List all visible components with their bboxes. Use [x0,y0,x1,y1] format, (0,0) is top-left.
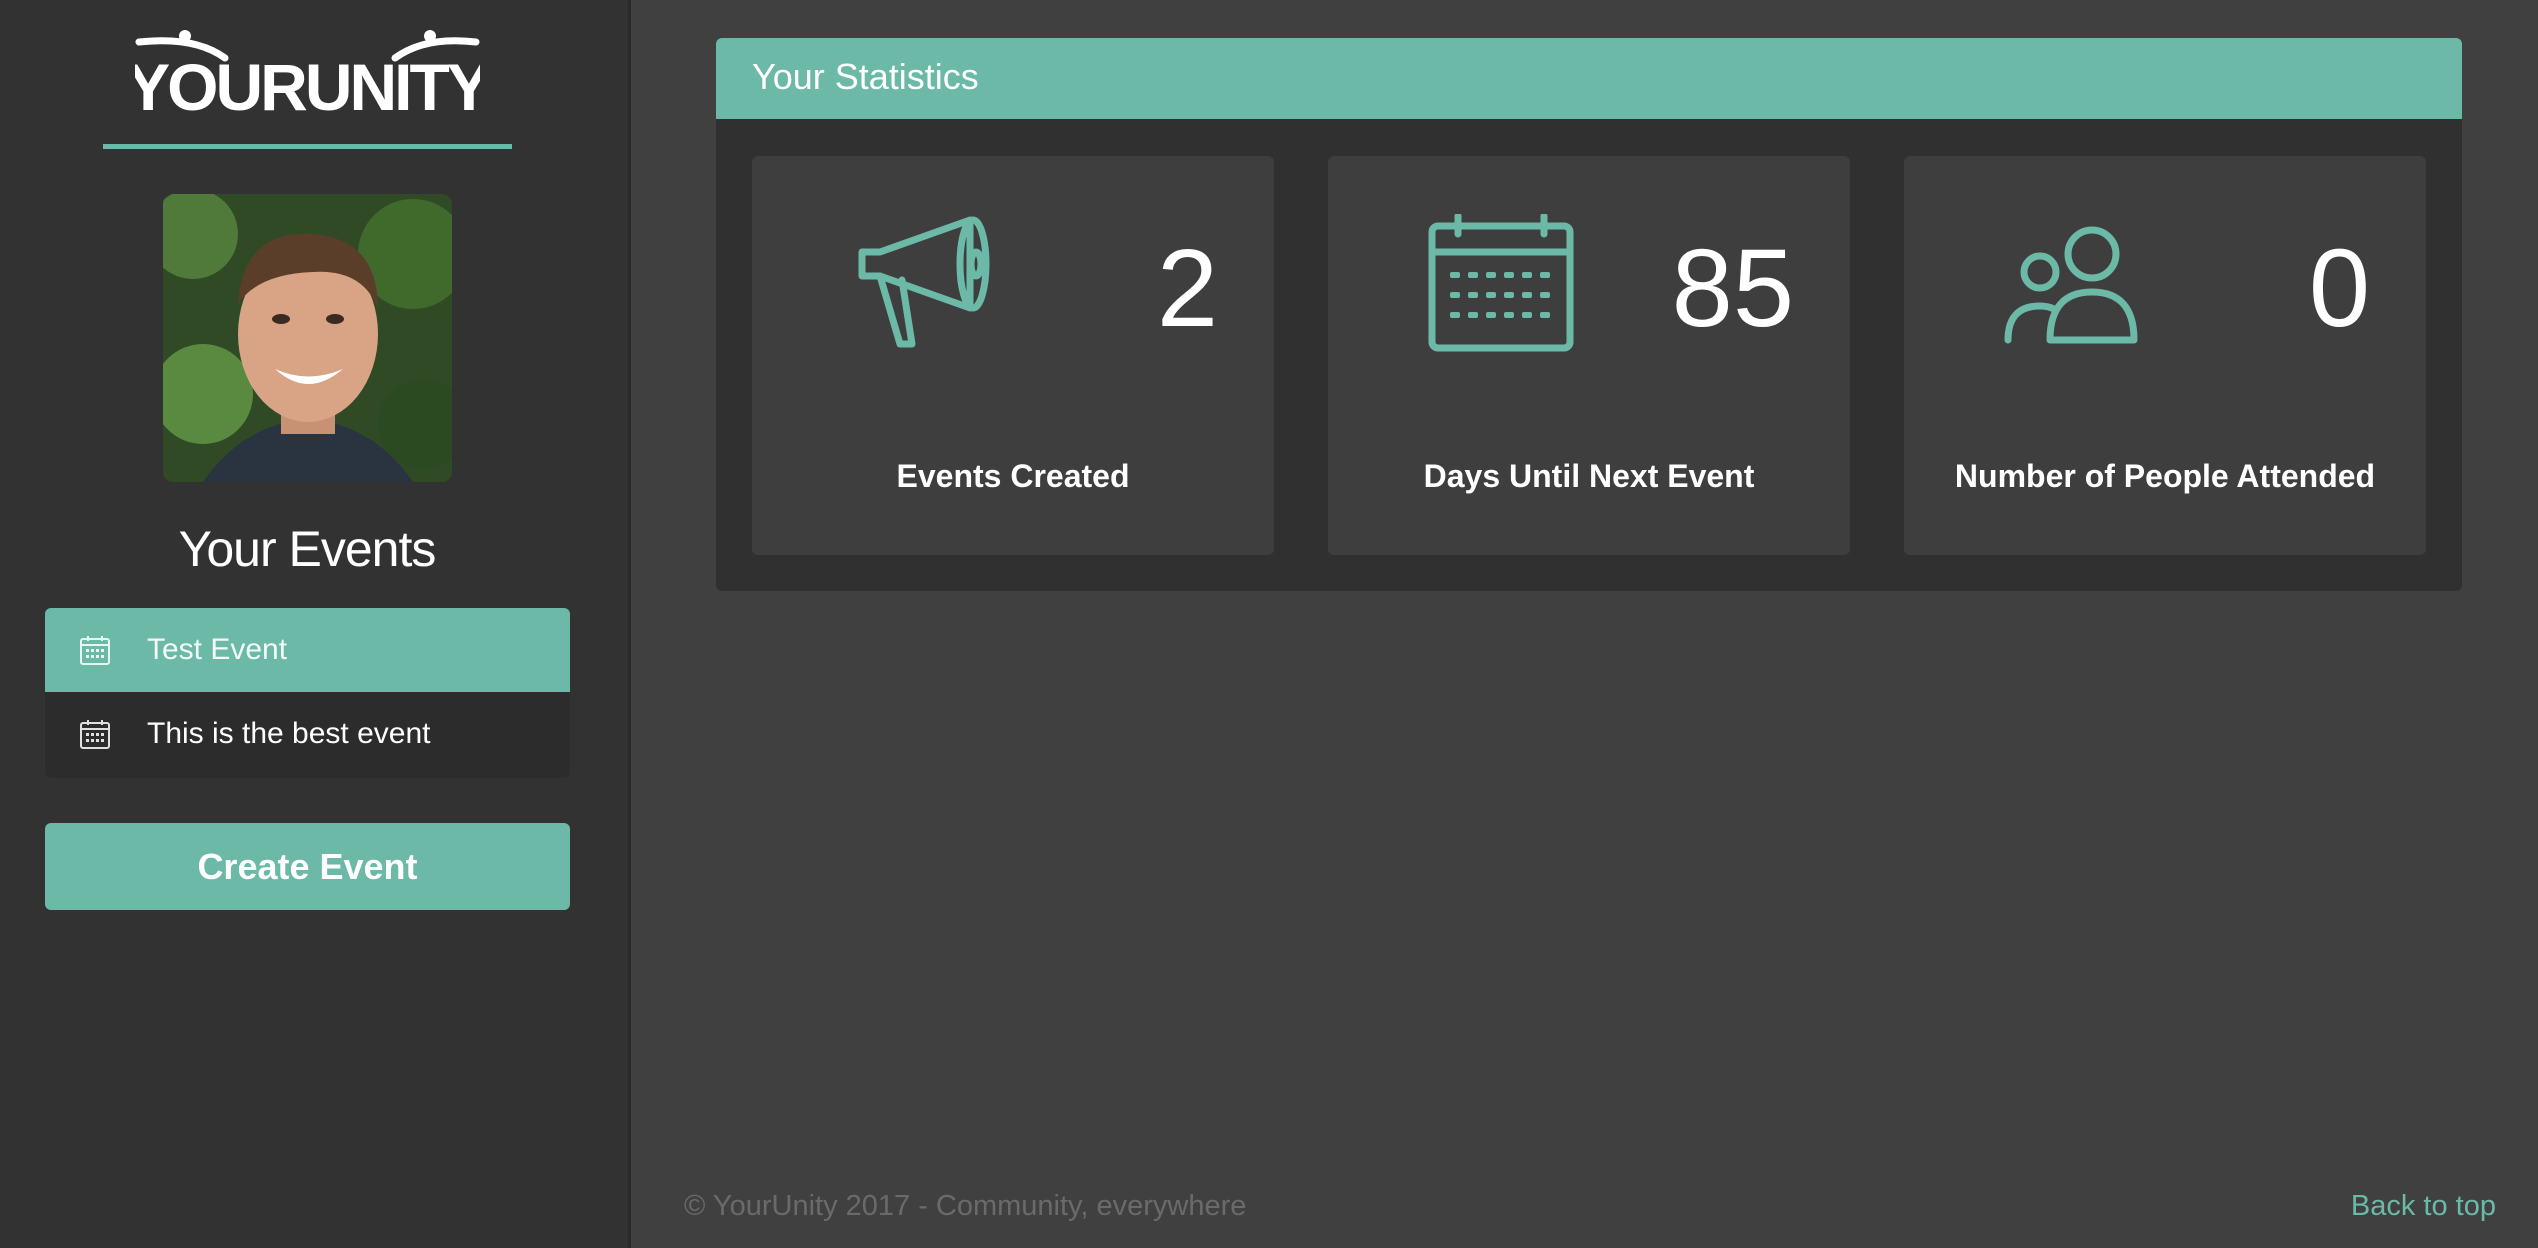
stat-value: 85 [1671,227,1794,350]
back-to-top-link[interactable]: Back to top [2351,1190,2496,1223]
stat-caption: Events Created [896,458,1130,494]
megaphone-icon [858,216,990,348]
calendar-icon [80,636,110,665]
people-icon [2004,226,2138,344]
statistics-panel: Your Statistics 2 Events Created 85 Days… [716,38,2462,591]
logo-divider [103,144,512,149]
statistics-header: Your Statistics [716,38,2462,119]
yourunity-logo[interactable]: YOURUNITY [135,28,480,120]
statistics-title: Your Statistics [752,56,979,97]
footer-copyright: © YourUnity 2017 - Community, everywhere [684,1190,1247,1222]
event-item-best-event[interactable]: This is the best event [45,692,570,778]
calendar-icon [80,720,110,749]
event-item-test-event[interactable]: Test Event [45,608,570,692]
event-label: This is the best event [147,717,431,750]
sidebar: YOURUNITY Your Events Test Event This is… [0,0,631,1248]
event-list: Test Event This is the best event [45,608,570,778]
stat-value: 2 [1156,227,1218,350]
events-heading: Your Events [178,521,437,577]
calendar-icon [1428,214,1574,352]
create-event-button[interactable]: Create Event [45,823,570,910]
stat-caption: Days Until Next Event [1423,458,1755,494]
stat-value: 0 [2308,227,2370,350]
stat-card-days-until-next-event: 85 Days Until Next Event [1328,156,1850,555]
stat-card-people-attended: 0 Number of People Attended [1904,156,2426,555]
stat-card-events-created: 2 Events Created [752,156,1274,555]
event-label: Test Event [147,633,288,666]
avatar [163,194,452,482]
svg-text:YOURUNITY: YOURUNITY [135,50,480,120]
stat-caption: Number of People Attended [1954,458,2376,494]
